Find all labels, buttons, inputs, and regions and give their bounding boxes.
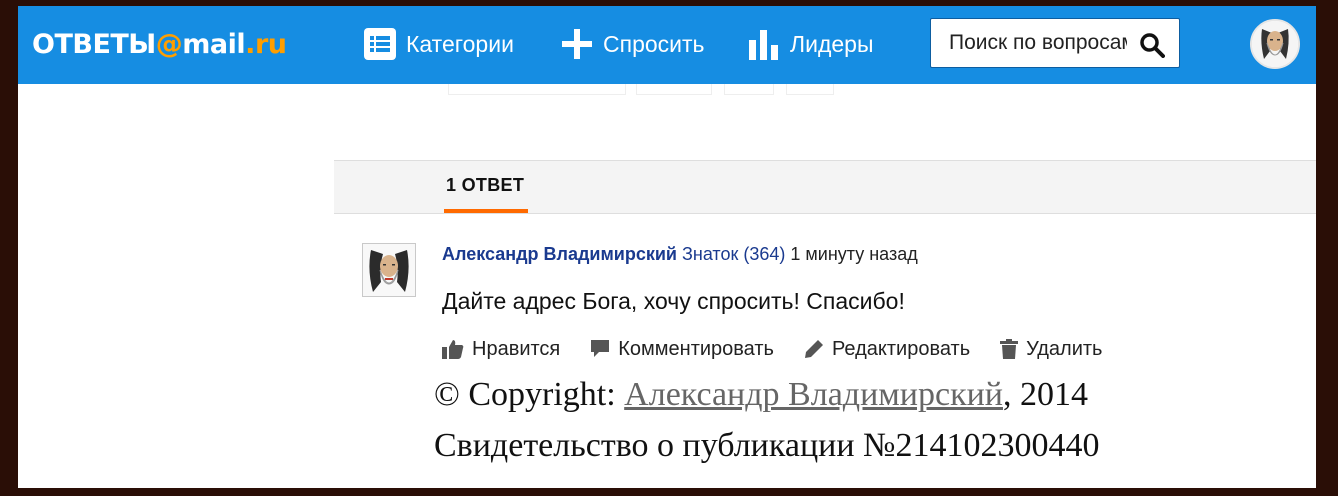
publication-certificate: Свидетельство о публикации №214102300440 (434, 427, 1100, 464)
delete-label: Удалить (1026, 337, 1103, 360)
copyright-author-link[interactable]: Александр Владимирский (624, 376, 1003, 413)
delete-button[interactable]: Удалить (1000, 338, 1102, 361)
hidden-tab (636, 84, 712, 95)
nav-ask-label: Спросить (603, 30, 705, 57)
edit-button[interactable]: Редактировать (804, 338, 970, 361)
like-label: Нравится (472, 337, 561, 360)
user-portrait-icon (1252, 21, 1298, 67)
hidden-tab (448, 84, 626, 95)
answer-text: Дайте адрес Бога, хочу спросить! Спасибо… (442, 288, 905, 314)
answer-meta: Александр Владимирский Знаток (364) 1 ми… (442, 244, 918, 265)
user-avatar[interactable] (1250, 19, 1300, 69)
comment-label: Комментировать (618, 337, 774, 360)
copyright-year: , 2014 (1003, 376, 1088, 413)
copyright-prefix: © Copyright: (434, 376, 625, 413)
hidden-tab (724, 84, 774, 95)
nav-ask-button[interactable]: Спросить (561, 22, 705, 66)
logo-part-at: @ (155, 28, 183, 60)
edit-label: Редактировать (831, 337, 971, 360)
page-frame: ОТВЕТЫ @ mail . ru Категории Спросить Ли… (18, 6, 1316, 488)
like-button[interactable]: Нравится (442, 338, 560, 361)
logo-part-ru: ru (254, 28, 287, 60)
answers-count-tab[interactable]: 1 ОТВЕТ (446, 175, 524, 196)
thumbs-up-icon (442, 340, 464, 359)
answers-tab-bar: 1 ОТВЕТ (334, 160, 1316, 214)
logo-part-dot: . (245, 28, 255, 60)
answer-author-avatar[interactable] (362, 243, 416, 297)
user-portrait-icon (363, 244, 415, 296)
nav-categories-button[interactable]: Категории (364, 22, 514, 66)
search-input[interactable] (947, 30, 1129, 56)
bar-chart-icon (749, 30, 778, 60)
nav-leaders-label: Лидеры (790, 30, 874, 57)
nav-leaders-button[interactable]: Лидеры (748, 22, 873, 66)
answer-actions: Нравится Комментировать Редактировать Уд… (442, 336, 1132, 362)
hidden-tab (786, 84, 834, 95)
logo-part-mail: mail (182, 28, 246, 60)
otvety-mail-logo[interactable]: ОТВЕТЫ @ mail . ru (32, 24, 287, 64)
trash-icon (1000, 339, 1019, 359)
nav-categories-label: Категории (406, 30, 514, 57)
copyright-line: © Copyright: Александр Владимирский, 201… (434, 376, 1088, 414)
author-rank[interactable]: Знаток (364) (682, 244, 785, 264)
comment-button[interactable]: Комментировать (590, 338, 774, 361)
answer-author-link[interactable]: Александр Владимирский (442, 244, 677, 264)
pencil-icon (804, 340, 823, 358)
active-tab-underline (444, 209, 528, 213)
logo-part-otvety: ОТВЕТЫ (32, 28, 156, 60)
list-icon (364, 28, 396, 60)
comment-icon (591, 340, 610, 357)
search-box (930, 18, 1180, 68)
top-navigation-bar: ОТВЕТЫ @ mail . ru Категории Спросить Ли… (18, 6, 1316, 84)
answer-timestamp: 1 минуту назад (790, 244, 918, 264)
search-icon[interactable] (1139, 32, 1165, 58)
plus-icon (562, 29, 592, 59)
